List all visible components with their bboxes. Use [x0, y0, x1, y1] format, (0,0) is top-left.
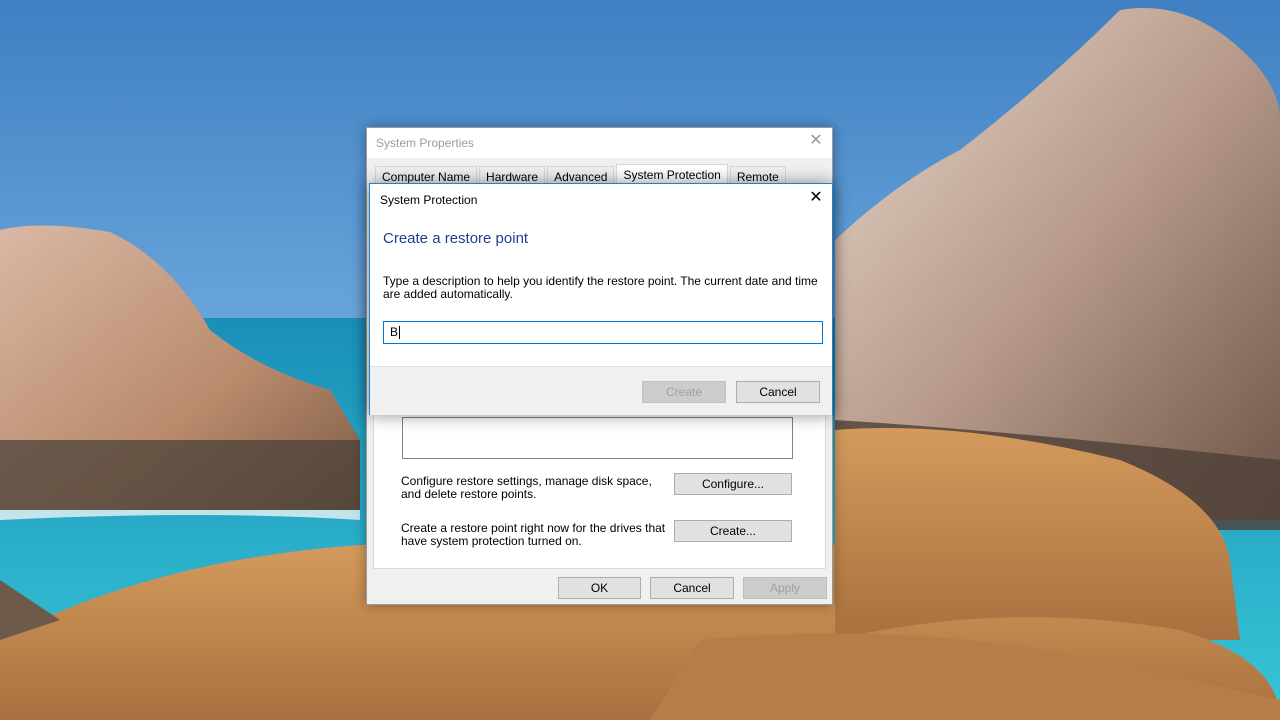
tab-system-protection[interactable]: System Protection	[616, 164, 728, 185]
system-protection-dialog: System Protection ✕ Create a restore poi…	[369, 183, 833, 415]
title-bar: System Protection ✕	[370, 184, 832, 214]
apply-button[interactable]: Apply	[743, 577, 827, 599]
drive-list[interactable]	[402, 417, 793, 459]
create-restore-point-button[interactable]: Create...	[674, 520, 792, 542]
configure-button[interactable]: Configure...	[674, 473, 792, 495]
dialog-footer: Create Cancel	[370, 366, 832, 415]
dialog-heading: Create a restore point	[383, 230, 529, 247]
cancel-button[interactable]: Cancel	[736, 381, 820, 403]
close-icon[interactable]: ✕	[808, 190, 824, 206]
create-description: Create a restore point right now for the…	[401, 521, 666, 548]
window-title: System Properties	[376, 136, 475, 150]
text-caret	[399, 326, 401, 340]
restore-point-description-input[interactable]: B	[383, 321, 823, 344]
title-bar: System Properties ✕	[367, 128, 832, 158]
instruction-text: Type a description to help you identify …	[383, 274, 818, 301]
create-button[interactable]: Create	[642, 381, 726, 403]
ok-button[interactable]: OK	[558, 577, 641, 599]
cancel-button[interactable]: Cancel	[650, 577, 734, 599]
configure-description: Configure restore settings, manage disk …	[401, 474, 652, 501]
input-value: B	[390, 325, 399, 339]
close-icon[interactable]: ✕	[808, 133, 824, 149]
window-title: System Protection	[380, 193, 478, 207]
